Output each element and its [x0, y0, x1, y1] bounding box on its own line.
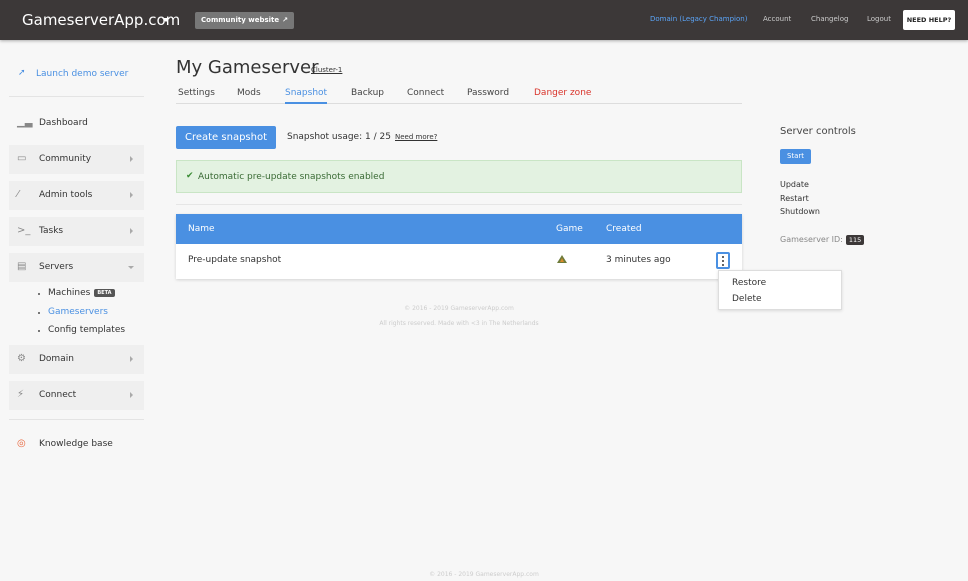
tab-password[interactable]: Password — [467, 88, 509, 98]
sidebar-subitem-machines[interactable]: Machines BETA — [48, 288, 115, 298]
chevron-right-icon — [130, 356, 133, 362]
sidebar-subitem-label: Machines — [48, 288, 91, 298]
footer-copyright: © 2016 - 2019 GameserverApp.com — [404, 305, 514, 312]
external-link-icon: ↗ — [282, 16, 289, 24]
terminal-icon: >_ — [17, 225, 31, 236]
chevron-down-icon — [128, 266, 134, 269]
tab-connect[interactable]: Connect — [407, 88, 444, 98]
snapshot-created: 3 minutes ago — [606, 255, 671, 265]
chevron-right-icon — [130, 156, 133, 162]
sidebar-item-admin-tools[interactable]: ⁄ Admin tools — [9, 181, 144, 210]
sidebar-item-label: Connect — [39, 390, 77, 400]
domain-link[interactable]: Domain (Legacy Champion) — [650, 15, 747, 23]
restart-link[interactable]: Restart — [780, 194, 809, 203]
tab-danger-zone[interactable]: Danger zone — [534, 88, 591, 98]
chart-icon: ▁▃ — [17, 117, 33, 128]
gameserver-id-badge: 115 — [845, 235, 865, 245]
tab-backup[interactable]: Backup — [351, 88, 384, 98]
table-header: Name Game Created — [176, 214, 742, 244]
tab-bar: Settings Mods Snapshot Backup Connect Pa… — [176, 88, 742, 104]
snapshot-usage: Snapshot usage: 1 / 25 — [287, 132, 391, 142]
brand-logo[interactable]: GameserverApp.com — [22, 11, 180, 29]
update-link[interactable]: Update — [780, 180, 809, 189]
sidebar-item-servers[interactable]: ▤ Servers — [9, 253, 144, 282]
row-actions-kebab-icon[interactable] — [716, 252, 730, 269]
cluster-link[interactable]: Cluster-1 — [311, 66, 342, 74]
sidebar-item-dashboard[interactable]: ▁▃ Dashboard — [9, 109, 144, 138]
start-button[interactable]: Start — [780, 149, 811, 164]
chevron-right-icon — [130, 192, 133, 198]
sidebar-item-label: Knowledge base — [39, 439, 113, 449]
sub-item-bullet — [38, 293, 40, 295]
brand-caret-down-icon[interactable] — [162, 18, 170, 22]
column-header-game: Game — [556, 224, 583, 234]
plug-icon: ⚡ — [17, 389, 25, 400]
sidebar-item-label: Servers — [39, 262, 74, 272]
page-footer-copyright: © 2016 - 2019 GameserverApp.com — [429, 571, 539, 578]
alert-text: Automatic pre-update snapshots enabled — [198, 172, 385, 182]
sidebar-item-label: Admin tools — [39, 190, 93, 200]
sidebar-item-label: Tasks — [39, 226, 64, 236]
menu-item-delete[interactable]: Delete — [732, 294, 762, 304]
community-website-label: Community website — [201, 16, 280, 24]
changelog-link[interactable]: Changelog — [811, 15, 848, 23]
rocket-icon: ➚ — [18, 68, 26, 78]
column-header-created: Created — [606, 224, 642, 234]
sidebar-subitem-config-templates[interactable]: Config templates — [48, 325, 125, 335]
community-website-button[interactable]: Community website ↗ — [195, 12, 295, 29]
sidebar-item-connect[interactable]: ⚡ Connect — [9, 381, 144, 410]
sub-item-bullet — [38, 312, 40, 314]
create-snapshot-button[interactable]: Create snapshot — [176, 126, 276, 149]
tab-mods[interactable]: Mods — [237, 88, 261, 98]
launch-demo-server-link[interactable]: ➚ Launch demo server — [18, 68, 128, 79]
sidebar-item-label: Dashboard — [39, 118, 88, 128]
tab-snapshot[interactable]: Snapshot — [285, 88, 328, 104]
window-icon: ▭ — [17, 153, 27, 164]
gear-icon: ⚙ — [17, 353, 26, 364]
section-divider — [176, 204, 742, 205]
sidebar-divider — [9, 96, 144, 97]
game-logo-icon — [557, 255, 567, 263]
tab-settings[interactable]: Settings — [178, 88, 215, 98]
sidebar-item-knowledge-base[interactable]: ◎ Knowledge base — [9, 430, 144, 459]
need-help-button[interactable]: NEED HELP? — [903, 10, 955, 30]
shutdown-link[interactable]: Shutdown — [780, 207, 820, 216]
snapshot-name: Pre-update snapshot — [188, 255, 282, 265]
sidebar-item-tasks[interactable]: >_ Tasks — [9, 217, 144, 246]
row-actions-menu: Restore Delete — [718, 270, 842, 310]
sidebar-item-label: Community — [39, 154, 92, 164]
chevron-right-icon — [130, 228, 133, 234]
chevron-right-icon — [130, 392, 133, 398]
sidebar-item-label: Domain — [39, 354, 74, 364]
wand-icon: ⁄ — [17, 189, 19, 200]
account-link[interactable]: Account — [763, 15, 791, 23]
launch-demo-server-label: Launch demo server — [36, 69, 129, 79]
server-icon: ▤ — [17, 261, 27, 272]
menu-item-restore[interactable]: Restore — [732, 278, 766, 288]
column-header-name: Name — [188, 224, 215, 234]
sidebar-item-domain[interactable]: ⚙ Domain — [9, 345, 144, 374]
lifebuoy-icon: ◎ — [17, 438, 26, 449]
logout-link[interactable]: Logout — [867, 15, 891, 23]
page-title: My Gameserver — [176, 57, 319, 78]
sub-item-bullet — [38, 330, 40, 332]
success-alert: ✔ Automatic pre-update snapshots enabled — [176, 160, 742, 193]
gameserver-id: Gameserver ID: 115 — [780, 235, 865, 245]
sidebar-subitem-gameservers[interactable]: Gameservers — [48, 307, 108, 317]
sidebar-item-community[interactable]: ▭ Community — [9, 145, 144, 174]
footer-rights: All rights reserved. Made with <3 in The… — [379, 320, 539, 327]
server-controls-title: Server controls — [780, 126, 856, 137]
gameserver-id-label: Gameserver ID: — [780, 235, 843, 244]
sidebar-divider — [9, 419, 144, 420]
need-more-link[interactable]: Need more? — [395, 133, 437, 141]
snapshot-table: Name Game Created Pre-update snapshot 3 … — [176, 214, 742, 279]
beta-badge: BETA — [94, 288, 115, 297]
top-bar: GameserverApp.com Community website ↗ Dom… — [0, 0, 968, 40]
check-icon: ✔ — [186, 171, 194, 181]
